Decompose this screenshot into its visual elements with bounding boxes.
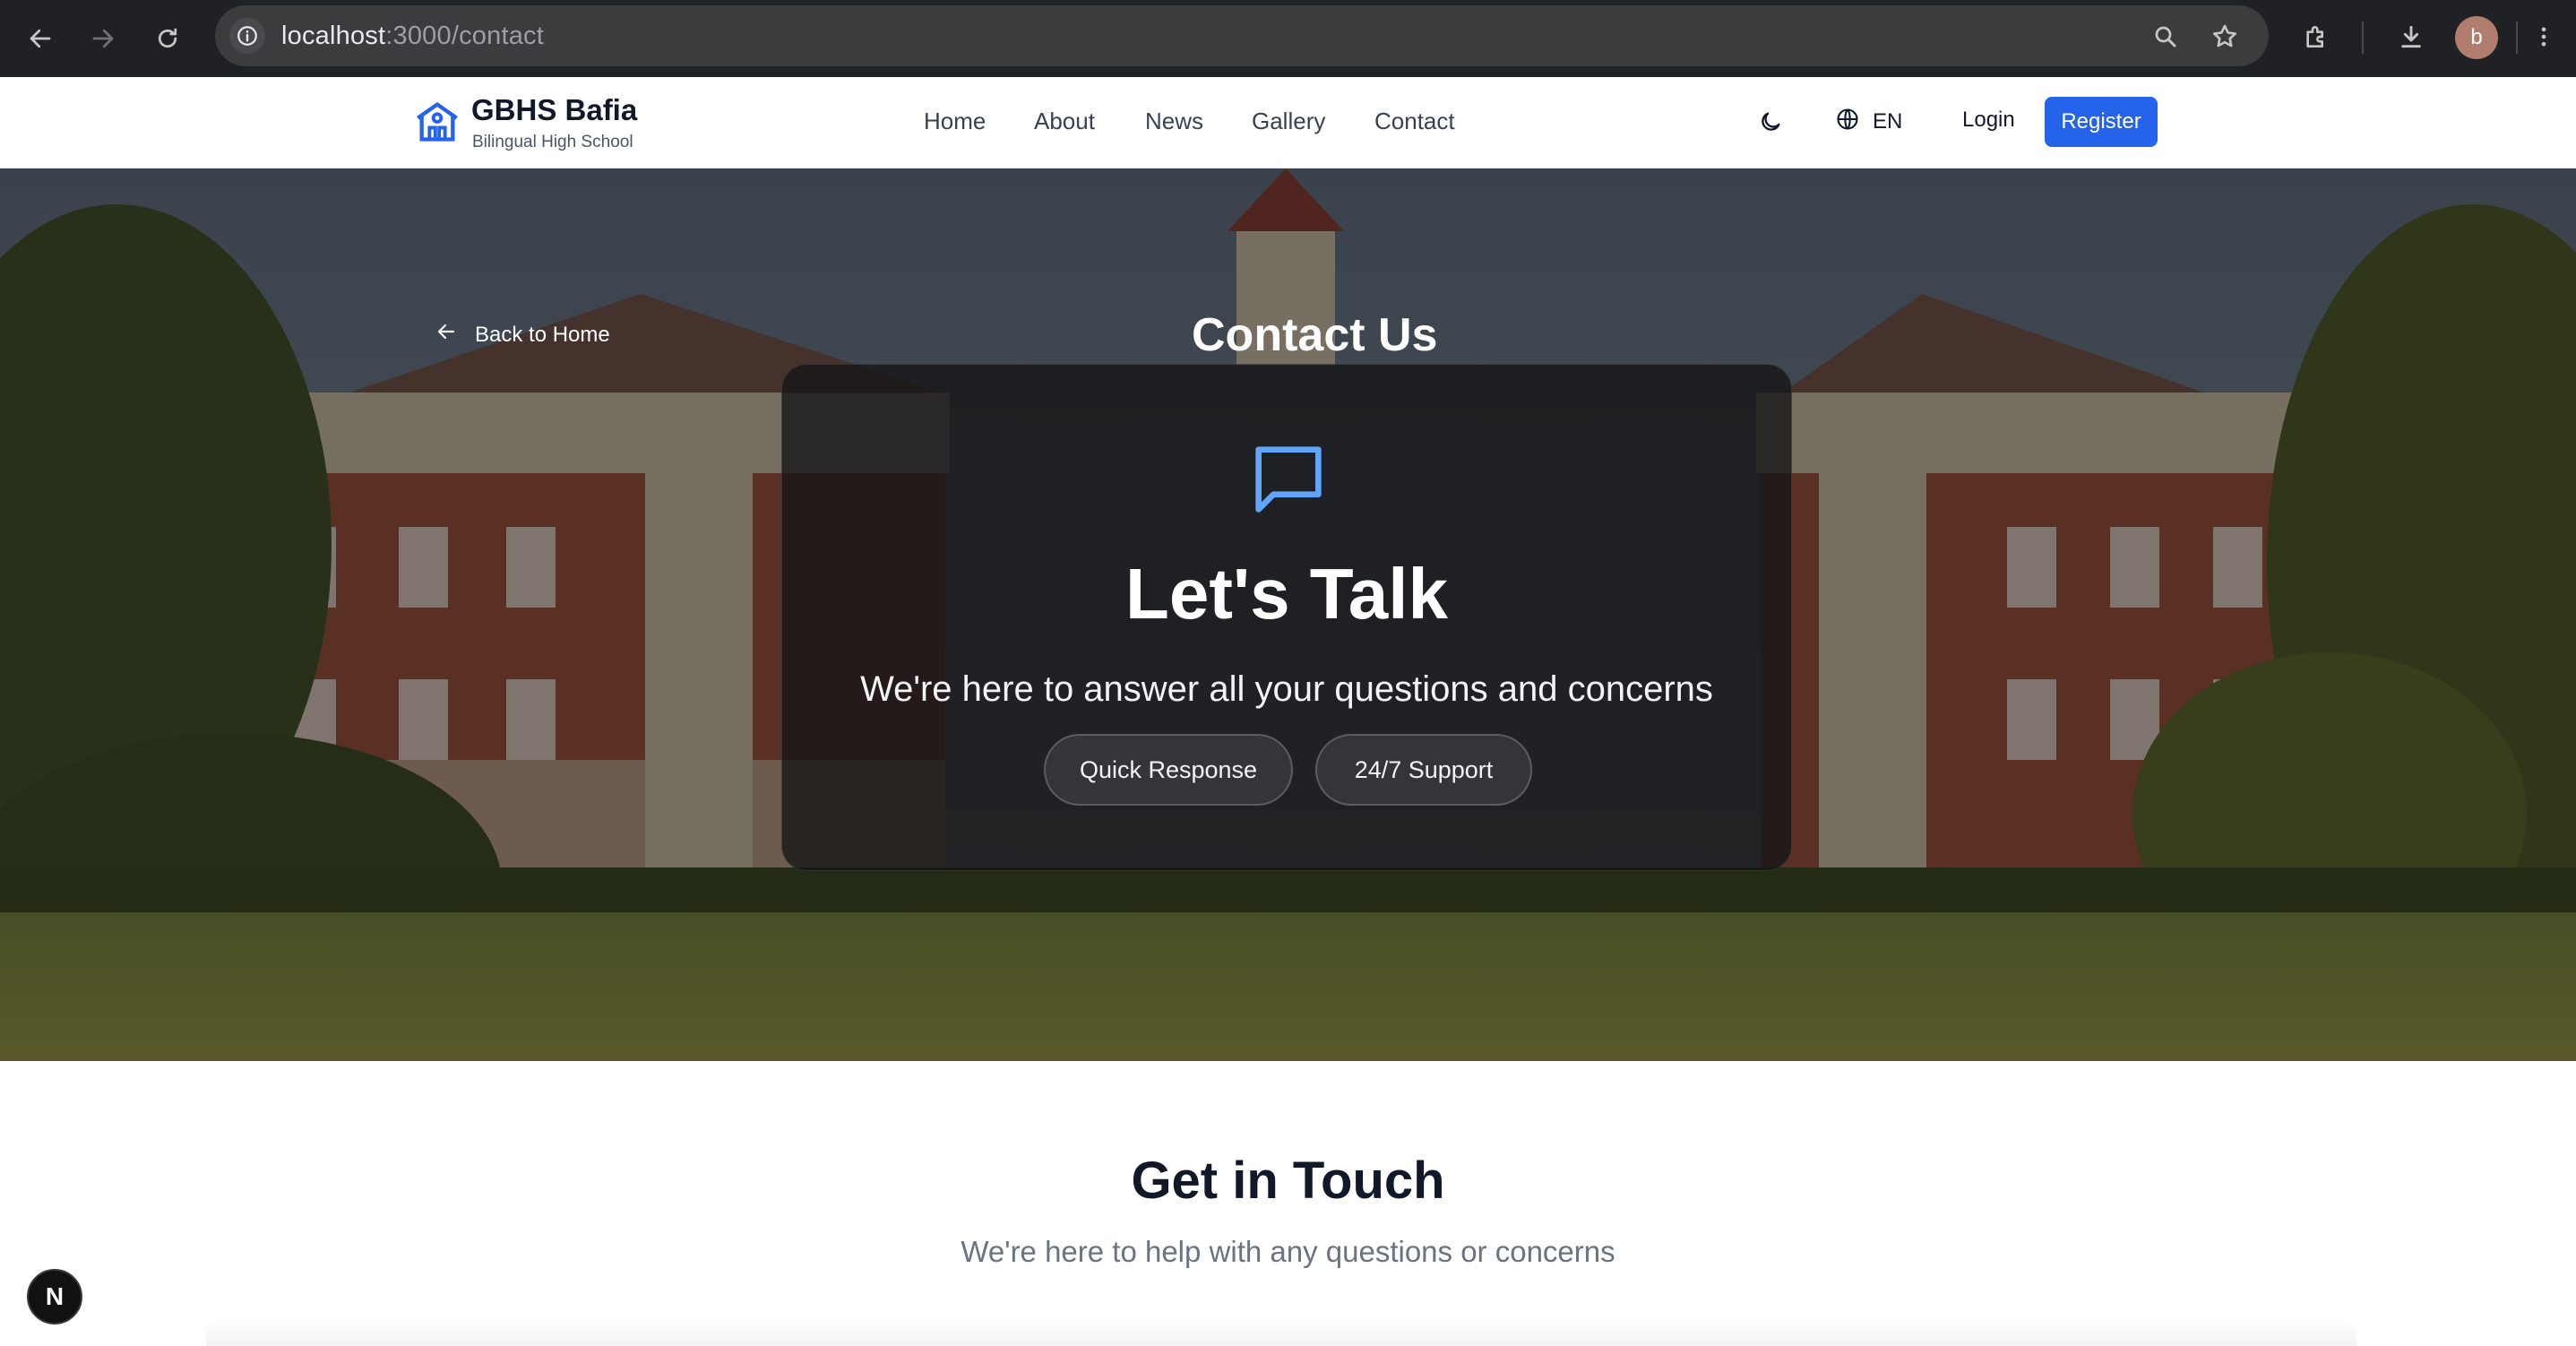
toolbar-divider (2516, 22, 2518, 54)
card-lead-text: We're here to answer all your questions … (860, 669, 1713, 709)
moon-icon[interactable] (1753, 104, 1788, 140)
browser-toolbar: localhost:3000/contact b (0, 0, 2576, 77)
get-in-touch-subtitle: We're here to help with any questions or… (961, 1235, 1615, 1268)
language-switcher[interactable]: EN (1835, 104, 1902, 140)
url-path: :3000/contact (385, 22, 544, 50)
dev-tools-badge[interactable]: N (27, 1269, 82, 1324)
download-icon[interactable] (2391, 16, 2432, 57)
school-logo-icon[interactable] (414, 99, 461, 145)
card-heading: Let's Talk (1125, 554, 1448, 634)
nav-news[interactable]: News (1145, 108, 1203, 135)
reload-icon[interactable] (145, 16, 190, 61)
brand-subtitle: Bilingual High School (472, 133, 633, 151)
bookmark-star-icon[interactable] (2208, 20, 2242, 54)
more-menu-icon[interactable] (2523, 16, 2564, 57)
support-24-7-badge: 24/7 Support (1315, 734, 1532, 806)
language-label: EN (1873, 109, 1903, 134)
message-square-icon (1244, 435, 1333, 524)
url-host: localhost (281, 22, 386, 50)
toolbar-divider (2362, 22, 2364, 54)
globe-icon (1835, 107, 1860, 138)
address-bar[interactable]: localhost:3000/contact (215, 5, 2269, 66)
get-in-touch-heading: Get in Touch (1131, 1152, 1445, 1210)
brand-name[interactable]: GBHS Bafia (471, 93, 637, 127)
site-header: GBHS Bafia Bilingual High School Home Ab… (0, 77, 2576, 168)
quick-response-badge: Quick Response (1044, 734, 1293, 806)
arrow-left-icon (435, 321, 457, 349)
back-to-home-label: Back to Home (475, 322, 610, 347)
nav-gallery[interactable]: Gallery (1252, 108, 1325, 135)
back-arrow-icon[interactable] (18, 16, 63, 61)
register-button[interactable]: Register (2045, 97, 2158, 147)
zoom-icon[interactable] (2149, 20, 2183, 54)
forward-arrow-icon[interactable] (81, 16, 125, 61)
profile-avatar[interactable]: b (2455, 16, 2498, 59)
site-info-icon[interactable] (229, 18, 265, 54)
page-title: Contact Us (1192, 309, 1438, 361)
nav-about[interactable]: About (1034, 108, 1095, 135)
contact-form-card-edge (206, 1317, 2356, 1346)
nav-contact[interactable]: Contact (1374, 108, 1455, 135)
lets-talk-card: Let's Talk We're here to answer all your… (781, 364, 1792, 871)
nav-home[interactable]: Home (924, 108, 986, 135)
login-link[interactable]: Login (1962, 108, 2015, 133)
contact-hero: Back to Home Contact Us Let's Talk We're… (0, 168, 2576, 1061)
url-text: localhost:3000/contact (281, 22, 544, 51)
back-to-home-link[interactable]: Back to Home (435, 321, 610, 349)
extensions-icon[interactable] (2296, 16, 2337, 57)
